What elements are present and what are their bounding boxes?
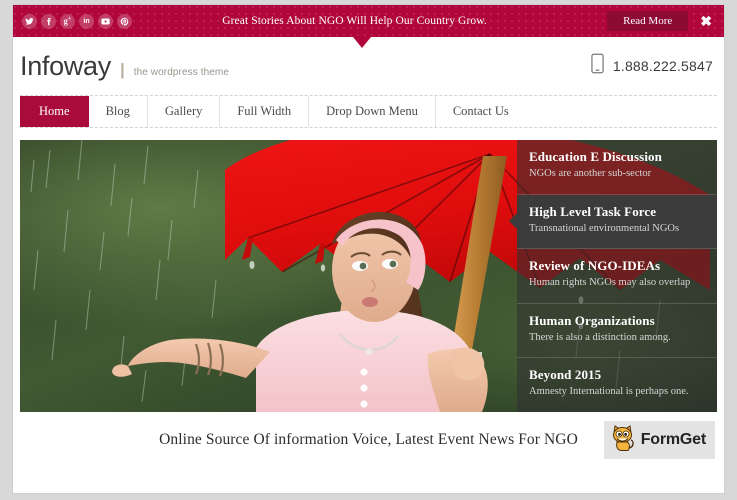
slider-item-title: Education E Discussion bbox=[529, 149, 662, 164]
phone-block: 1.888.222.5847 bbox=[591, 53, 713, 79]
slider-item-education-e-discussion[interactable]: Education E Discussion NGOs are another … bbox=[517, 140, 717, 195]
promo-message: Great Stories About NGO Will Help Our Co… bbox=[222, 15, 487, 27]
nav-item-contact-us[interactable]: Contact Us bbox=[436, 96, 526, 127]
nav-item-drop-down-menu[interactable]: Drop Down Menu bbox=[309, 96, 436, 127]
linkedin-icon[interactable]: in bbox=[79, 13, 94, 29]
slider-item-title: Beyond 2015 bbox=[529, 367, 602, 383]
slider-item-title: Human Organizations bbox=[529, 312, 655, 328]
phone-number: 1.888.222.5847 bbox=[612, 58, 713, 74]
slider-item-subtitle: Human rights NGOs may also overlap bbox=[529, 277, 691, 289]
main-navigation: Home Blog Gallery Full Width Drop Down M… bbox=[20, 95, 717, 128]
formget-badge[interactable]: FormGet bbox=[603, 421, 715, 459]
slider-item-high-level-task-force[interactable]: High Level Task Force Transnational envi… bbox=[509, 194, 717, 250]
slider-item-subtitle: NGOs are another sub-sector bbox=[529, 168, 652, 179]
facebook-icon[interactable] bbox=[41, 13, 56, 29]
brand-tagline: the wordpress theme bbox=[133, 66, 229, 78]
slider-item-title: High Level Task Force bbox=[529, 203, 657, 219]
slider-item-subtitle: There is also a distinction among. bbox=[529, 331, 671, 343]
social-links: g+ in bbox=[22, 13, 132, 29]
google-plus-icon[interactable]: g+ bbox=[60, 13, 75, 29]
slider-item-subtitle: Transnational environmental NGOs bbox=[529, 222, 680, 234]
close-icon[interactable]: ✖ bbox=[700, 14, 712, 28]
nav-item-home[interactable]: Home bbox=[20, 96, 89, 127]
youtube-icon[interactable] bbox=[98, 13, 113, 29]
slider-item-beyond-2015[interactable]: Beyond 2015 Amnesty International is per… bbox=[517, 358, 717, 412]
formget-label: FormGet bbox=[640, 431, 706, 448]
slider-item-list: Education E Discussion NGOs are another … bbox=[509, 140, 717, 412]
nav-item-blog[interactable]: Blog bbox=[89, 96, 148, 127]
cat-mascot-icon bbox=[610, 424, 636, 457]
twitter-icon[interactable] bbox=[22, 13, 37, 29]
slider-item-review-of-ngo-ideas[interactable]: Review of NGO-IDEAs Human rights NGOs ma… bbox=[517, 249, 717, 304]
promo-banner: g+ in Great Stories About NGO Will Help … bbox=[13, 5, 724, 37]
slider-item-title: Review of NGO-IDEAs bbox=[529, 258, 661, 274]
page-frame: g+ in Great Stories About NGO Will Help … bbox=[13, 5, 724, 493]
pinterest-icon[interactable] bbox=[117, 13, 132, 29]
footer-tagline: Online Source Of information Voice, Late… bbox=[159, 431, 578, 448]
mobile-phone-icon bbox=[591, 53, 604, 79]
slider-item-human-organizations[interactable]: Human Organizations There is also a dist… bbox=[517, 303, 717, 359]
nav-item-full-width[interactable]: Full Width bbox=[220, 96, 310, 127]
slider-item-subtitle: Amnesty International is perhaps one. bbox=[529, 386, 689, 398]
read-more-button[interactable]: Read More bbox=[607, 11, 689, 31]
nav-item-gallery[interactable]: Gallery bbox=[148, 96, 221, 127]
footer-strip: Online Source Of information Voice, Late… bbox=[20, 412, 717, 468]
promo-pointer-arrow bbox=[353, 37, 371, 48]
brand-separator: | bbox=[119, 59, 125, 79]
browser-viewport: g+ in Great Stories About NGO Will Help … bbox=[0, 0, 737, 500]
site-logo[interactable]: Infoway | the wordpress theme bbox=[20, 51, 229, 82]
hero-slider[interactable]: Education E Discussion NGOs are another … bbox=[20, 140, 717, 412]
brand-name: Infoway bbox=[20, 50, 111, 81]
